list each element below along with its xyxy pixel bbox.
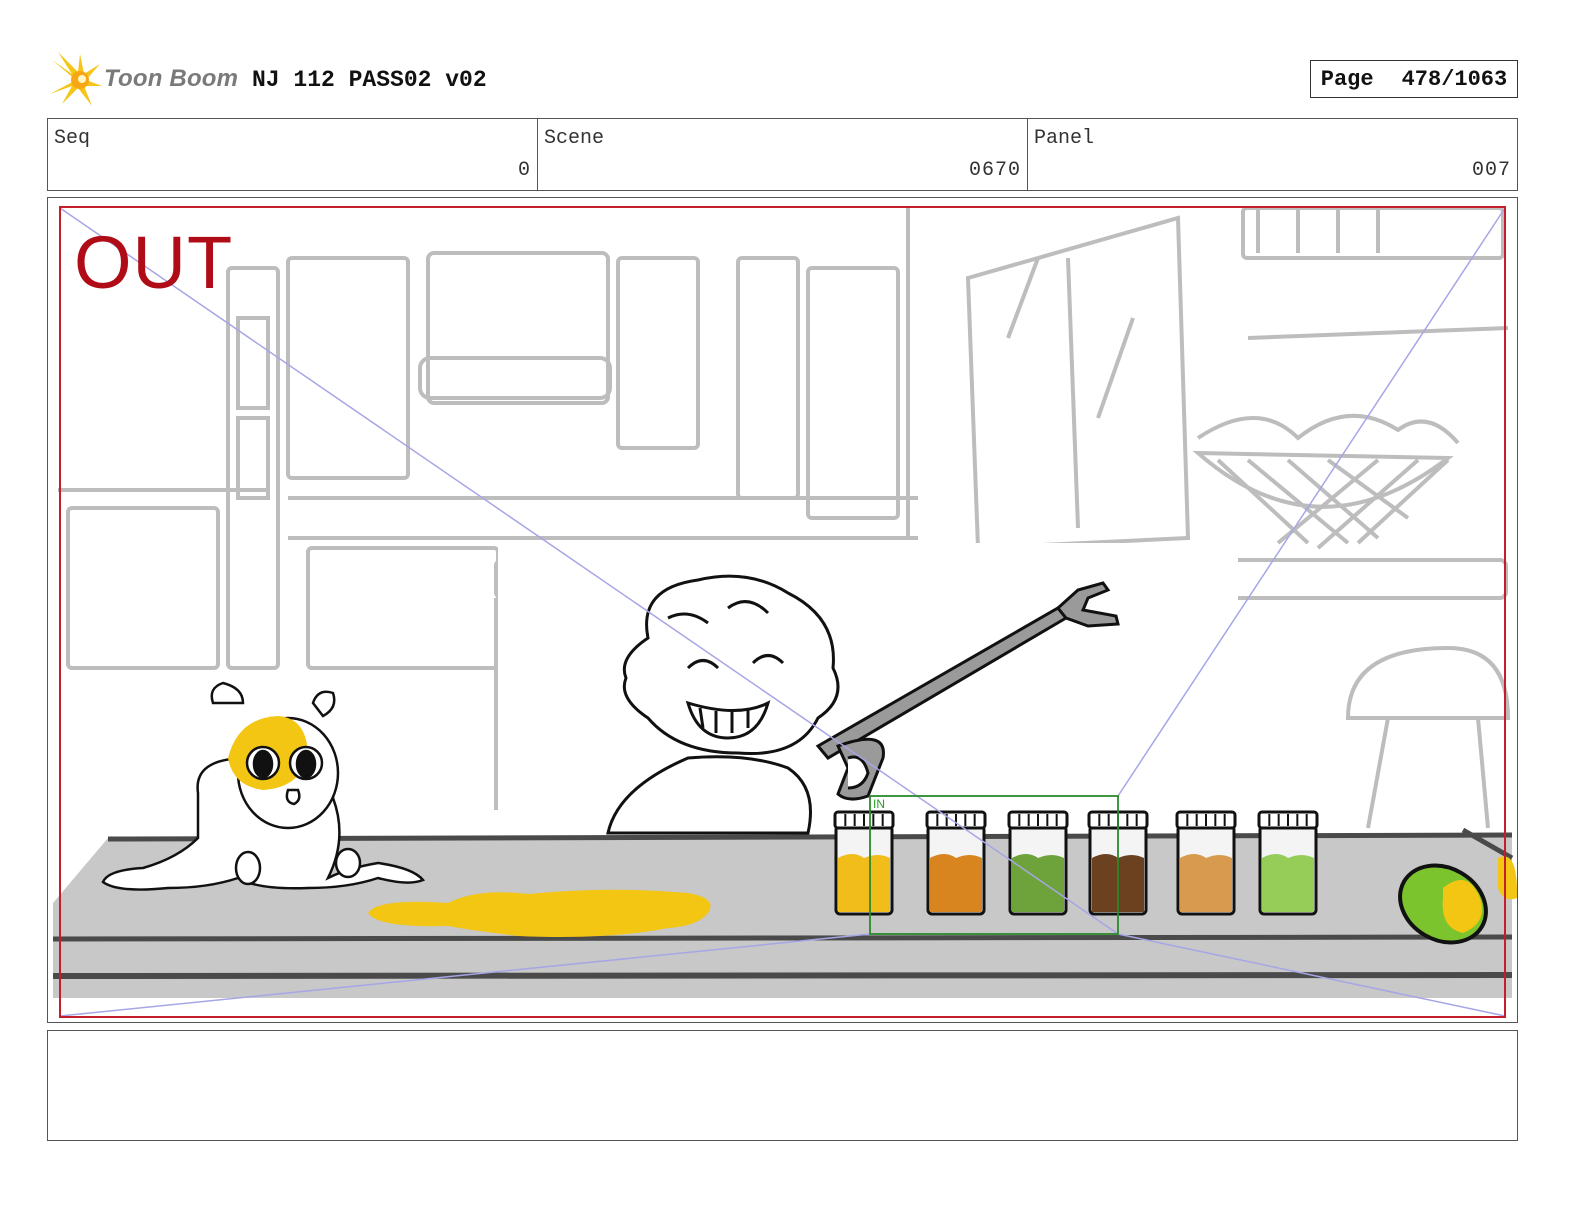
panel-cell: Panel 007 [1028,119,1517,190]
out-frame-label: OUT [74,221,234,304]
in-frame-label: IN [873,797,885,811]
page-indicator: Page 478/1063 [1310,60,1518,98]
seq-value: 0 [517,159,531,182]
spice-jar [1175,810,1237,916]
panel-label: Panel [1034,127,1095,150]
project-title: NJ 112 PASS02 v02 [252,67,487,93]
storyboard-header: Toon Boom NJ 112 PASS02 v02 Page 478/106… [48,50,1518,110]
seq-label: Seq [54,127,91,150]
spice-jar [1257,810,1319,916]
logo-text: Toon Boom [104,65,239,92]
scene-value: 0670 [968,159,1021,182]
storyboard-panel: OUT IN [47,197,1518,1023]
page-number: 478/1063 [1401,66,1508,92]
panel-notes-box [47,1030,1518,1141]
toon-boom-logo: Toon Boom [48,50,238,110]
scene-label: Scene [544,127,605,150]
scene-cell: Scene 0670 [538,119,1028,190]
panel-drawing [52,206,1517,1018]
panel-value: 007 [1471,159,1511,182]
page-label: Page [1320,66,1374,92]
starburst-icon [50,52,102,106]
shot-info-row: Seq 0 Scene 0670 Panel 007 [47,118,1518,191]
spice-jar [1007,810,1069,916]
spice-jar [833,810,895,916]
spice-jar [925,810,987,916]
seq-cell: Seq 0 [48,119,538,190]
